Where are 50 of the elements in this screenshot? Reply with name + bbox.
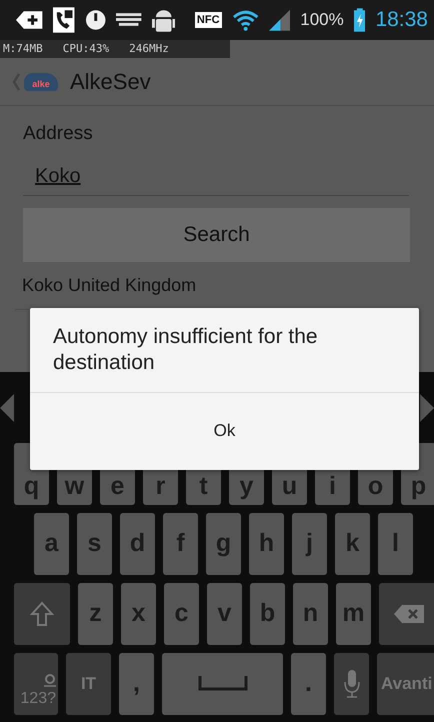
signal-icon bbox=[268, 9, 290, 31]
keyboard-key[interactable]: s bbox=[77, 513, 112, 575]
keyboard-key[interactable]: b bbox=[250, 583, 285, 645]
keyboard-icon bbox=[116, 13, 142, 27]
keyboard-key[interactable]: m bbox=[336, 583, 371, 645]
shift-arrow-icon bbox=[30, 601, 54, 627]
address-label: Address bbox=[23, 122, 94, 146]
keyboard-key[interactable]: . bbox=[291, 653, 326, 715]
keyboard-key[interactable]: z bbox=[78, 583, 113, 645]
tag-plus-icon bbox=[16, 10, 44, 30]
dialog-message: Autonomy insufficient for the destination bbox=[30, 308, 419, 393]
keyboard-key[interactable]: f bbox=[163, 513, 198, 575]
address-field[interactable]: Koko bbox=[23, 156, 409, 196]
space-key[interactable] bbox=[162, 653, 283, 715]
debug-stat: 246MHz bbox=[129, 40, 169, 57]
keyboard-key[interactable]: , bbox=[119, 653, 154, 715]
left-arrow-icon bbox=[0, 394, 14, 422]
keyboard-key[interactable]: k bbox=[335, 513, 370, 575]
keyboard-key[interactable]: c bbox=[164, 583, 199, 645]
battery-icon bbox=[354, 8, 366, 32]
cloud-logo: alke bbox=[24, 72, 58, 90]
shift-key[interactable] bbox=[14, 583, 70, 645]
right-arrow-icon bbox=[420, 394, 434, 422]
keyboard-key[interactable]: a bbox=[34, 513, 69, 575]
backspace-key[interactable] bbox=[379, 583, 434, 645]
keyboard-key[interactable]: g bbox=[206, 513, 241, 575]
enter-key[interactable]: Avanti bbox=[377, 653, 434, 715]
debug-stat: CPU:43% bbox=[62, 40, 110, 57]
gear-icon bbox=[44, 673, 56, 687]
battery-text: 100% bbox=[300, 9, 344, 32]
clock-time: 18:38 bbox=[375, 7, 428, 34]
keyboard-key[interactable]: d bbox=[120, 513, 155, 575]
wifi-icon bbox=[232, 9, 259, 31]
keyboard-key[interactable]: h bbox=[249, 513, 284, 575]
keyboard-key[interactable]: j bbox=[292, 513, 327, 575]
microphone-key[interactable] bbox=[334, 653, 369, 715]
nfc-icon: NFC bbox=[194, 12, 222, 28]
language-key[interactable]: IT bbox=[66, 653, 111, 715]
space-bar-icon bbox=[198, 676, 248, 692]
phone-icon bbox=[53, 7, 75, 33]
keyboard-key[interactable]: v bbox=[207, 583, 242, 645]
debug-stat: M:74MB bbox=[3, 40, 43, 57]
app-title: AlkeSev bbox=[70, 68, 151, 96]
keyboard-key[interactable]: x bbox=[121, 583, 156, 645]
microphone-icon bbox=[344, 670, 360, 698]
backspace-icon bbox=[394, 605, 424, 623]
symbols-key[interactable]: 123? bbox=[14, 653, 58, 715]
keyboard-key[interactable]: n bbox=[293, 583, 328, 645]
keyboard-key[interactable]: l bbox=[378, 513, 413, 575]
search-button[interactable]: Search bbox=[23, 208, 410, 262]
